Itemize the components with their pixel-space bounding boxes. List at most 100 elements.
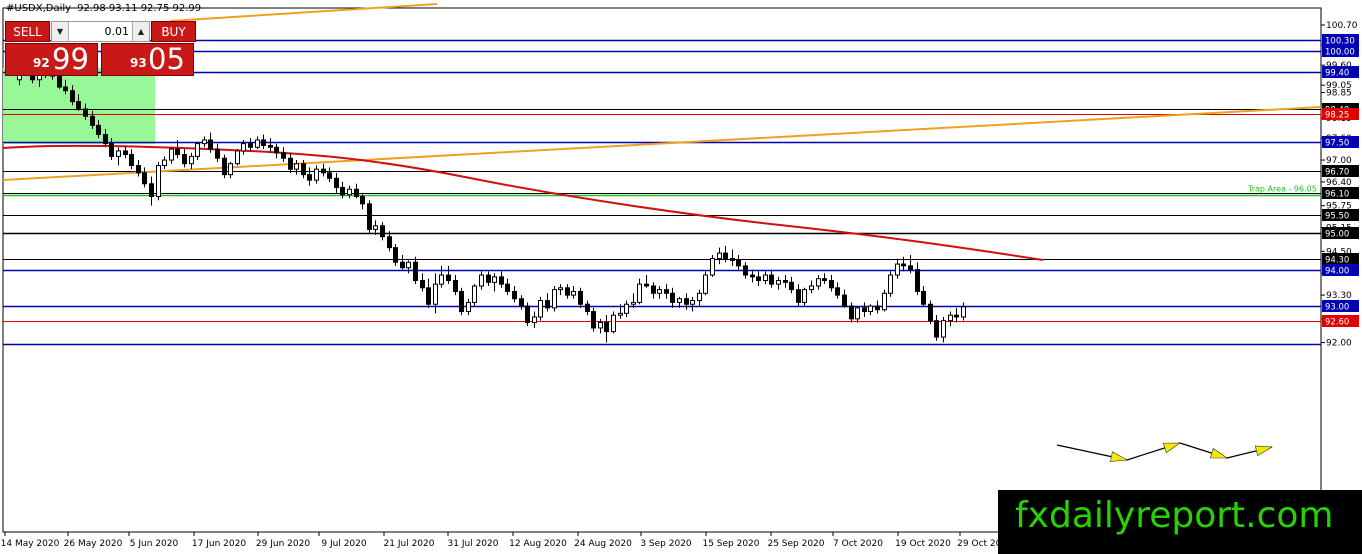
orange-trendline-lower xyxy=(2,106,1322,181)
candle-body xyxy=(948,314,953,322)
candle-body xyxy=(697,292,702,302)
candle-body xyxy=(268,144,273,148)
candle-body xyxy=(763,274,768,281)
candle-body xyxy=(96,124,101,135)
candle-body xyxy=(479,274,484,287)
candle-body xyxy=(512,290,517,300)
price-tag-text: 97.50 xyxy=(1325,139,1349,149)
candle-body xyxy=(677,298,682,303)
candle-body xyxy=(525,305,530,323)
candle-body xyxy=(222,157,227,176)
candle-body xyxy=(611,314,616,333)
candle-body xyxy=(901,263,906,267)
candle-body xyxy=(670,292,675,303)
price-tag-text: 95.00 xyxy=(1325,230,1349,240)
time-label: 12 Aug 2020 xyxy=(509,539,567,549)
candle-body xyxy=(618,312,623,316)
candle-body xyxy=(505,283,510,292)
buy-button[interactable]: BUY xyxy=(151,21,196,42)
candle-body xyxy=(849,305,854,320)
price-tick-label: 100.70 xyxy=(1326,21,1358,31)
projection-arrow xyxy=(1209,447,1228,459)
candle-body xyxy=(842,294,847,307)
candle-body xyxy=(142,172,147,185)
candle-body xyxy=(103,134,108,145)
candle-body xyxy=(228,163,233,176)
projection-arrow xyxy=(1109,451,1128,462)
candle-body xyxy=(499,276,504,285)
lot-size-control: ▼ ▲ xyxy=(51,21,150,42)
candle-body xyxy=(657,289,662,294)
candle-body xyxy=(380,225,385,238)
chart-area[interactable]: Trap Area - 96.05100.70100.1599.6099.059… xyxy=(0,0,1362,554)
candle-body xyxy=(552,289,557,309)
candle-body xyxy=(301,163,306,176)
candle-body xyxy=(519,298,524,307)
candle-body xyxy=(136,165,141,174)
time-label: 19 Oct 2020 xyxy=(895,539,951,549)
candle-body xyxy=(538,300,543,318)
sell-button[interactable]: SELL xyxy=(5,21,50,42)
candle-body xyxy=(532,316,537,323)
candle-body xyxy=(954,314,959,318)
buy-price-quote[interactable]: 93 05 xyxy=(101,42,194,76)
candle-body xyxy=(466,301,471,313)
time-label: 7 Oct 2020 xyxy=(833,539,883,549)
candle-body xyxy=(928,303,933,322)
candle-body xyxy=(908,265,913,271)
price-tag-text: 100.00 xyxy=(1325,48,1355,58)
candle-body xyxy=(321,168,326,174)
candle-body xyxy=(941,320,946,338)
candle-body xyxy=(486,274,491,283)
candle-body xyxy=(149,183,154,198)
price-tag-text: 92.60 xyxy=(1325,318,1349,328)
price-tag-text: 99.40 xyxy=(1325,69,1349,79)
candle-body xyxy=(921,290,926,305)
time-label: 14 May 2020 xyxy=(1,539,60,549)
candle-body xyxy=(109,143,114,157)
candle-body xyxy=(750,274,755,278)
candle-body xyxy=(598,321,603,329)
time-label: 9 Jul 2020 xyxy=(321,539,366,549)
time-label: 25 Sep 2020 xyxy=(767,539,824,549)
lot-increase-icon[interactable]: ▲ xyxy=(132,22,149,41)
candle-body xyxy=(426,287,431,305)
candle-body xyxy=(789,281,794,291)
candle-body xyxy=(373,225,378,230)
candle-body xyxy=(90,115,95,126)
price-tick-label: 93.30 xyxy=(1326,291,1352,301)
candle-body xyxy=(241,143,246,152)
candle-body xyxy=(294,163,299,170)
price-tag-text: 98.25 xyxy=(1325,111,1349,121)
candle-body xyxy=(769,274,774,285)
candle-body xyxy=(420,280,425,289)
candle-body xyxy=(585,303,590,313)
price-chart: Trap Area - 96.05100.70100.1599.6099.059… xyxy=(1,3,1359,549)
sell-price-quote[interactable]: 92 99 xyxy=(5,42,98,76)
candle-body xyxy=(604,321,609,333)
candle-body xyxy=(875,305,880,311)
candle-body xyxy=(307,174,312,181)
candle-body xyxy=(882,292,887,311)
lot-size-input[interactable] xyxy=(69,22,132,41)
candle-body xyxy=(895,263,900,276)
candle-body xyxy=(459,290,464,313)
candle-body xyxy=(248,143,253,148)
price-tick-label: 97.00 xyxy=(1326,156,1352,166)
projection-arrow xyxy=(1162,442,1181,454)
candle-body xyxy=(822,278,827,281)
candle-body xyxy=(70,90,75,103)
lot-decrease-icon[interactable]: ▼ xyxy=(52,22,69,41)
candle-body xyxy=(571,290,576,296)
candle-body xyxy=(888,274,893,294)
price-tag-text: 93.00 xyxy=(1325,303,1349,313)
candle-body xyxy=(578,290,583,305)
candle-body xyxy=(175,148,180,156)
candle-body xyxy=(123,150,128,156)
candle-body xyxy=(934,320,939,338)
candle-body xyxy=(169,148,174,161)
time-label: 31 Jul 2020 xyxy=(448,539,499,549)
watermark-banner: fxdailyreport.com xyxy=(998,490,1362,554)
candle-body xyxy=(235,150,240,165)
time-label: 29 Jun 2020 xyxy=(256,539,310,549)
